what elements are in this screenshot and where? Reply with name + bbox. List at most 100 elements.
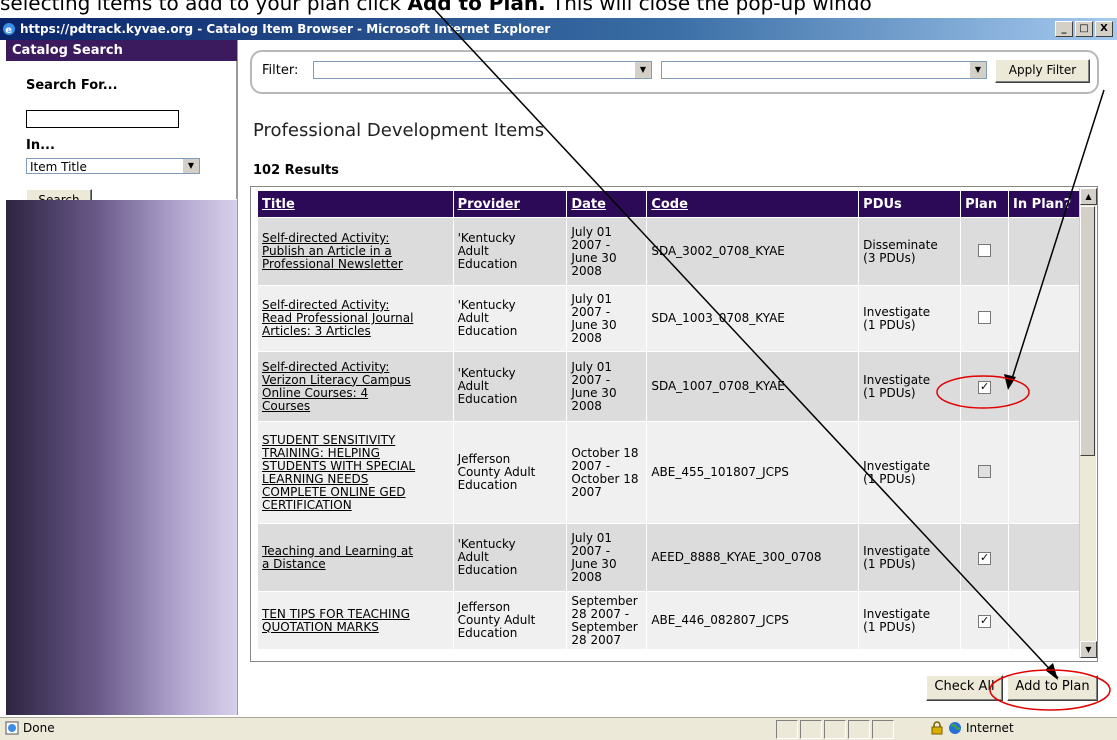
item-provider-line: Education bbox=[457, 626, 518, 640]
item-title-link-line[interactable]: Articles: 3 Articles bbox=[262, 324, 371, 338]
item-date-line: 28 2007 bbox=[571, 632, 621, 647]
table-scrollbar[interactable]: ▲ ▼ bbox=[1079, 188, 1097, 658]
add-to-plan-button[interactable]: Add to Plan bbox=[1007, 675, 1098, 701]
item-title-link-line[interactable]: Professional Newsletter bbox=[262, 257, 403, 271]
item-date-line: 28 2007 - bbox=[571, 606, 630, 621]
dropdown-arrow-icon: ▼ bbox=[182, 159, 199, 173]
dropdown-arrow-icon: ▼ bbox=[634, 62, 651, 78]
plan-cell bbox=[960, 285, 1010, 352]
item-pdus: Investigate (1 PDUs) bbox=[858, 351, 962, 422]
items-table: Title Provider Date Code PDUs Plan In Pl… bbox=[257, 190, 1080, 650]
item-code: SDA_1007_0708_KYAE bbox=[646, 351, 860, 422]
item-title-link[interactable]: Self-directed Activity: Read Professional… bbox=[257, 285, 454, 352]
search-field-select[interactable]: Item Title ▼ bbox=[26, 158, 200, 174]
item-title-link-line[interactable]: a Distance bbox=[262, 557, 326, 571]
minimize-button[interactable]: _ bbox=[1055, 21, 1073, 37]
item-pdus-line: Investigate bbox=[863, 543, 931, 558]
lock-icon bbox=[931, 721, 943, 735]
catalog-search-sidebar: Catalog Search Search For... In... Item … bbox=[6, 40, 237, 715]
item-date-line: September bbox=[571, 619, 638, 634]
item-title-link-line[interactable]: CERTIFICATION bbox=[262, 498, 352, 512]
filter-label: Filter: bbox=[262, 63, 299, 78]
item-title-link-line[interactable]: Courses bbox=[262, 399, 310, 413]
item-provider-line: Jefferson bbox=[457, 452, 511, 466]
item-title-link-line[interactable]: STUDENTS WITH SPECIAL bbox=[262, 459, 415, 473]
item-title-link-line[interactable]: Verizon Literacy Campus bbox=[262, 373, 411, 387]
plan-checkbox[interactable]: ✓ bbox=[978, 551, 992, 565]
plan-checkbox[interactable] bbox=[978, 243, 992, 257]
item-title-link-line[interactable]: TRAINING: HELPING bbox=[262, 446, 380, 460]
item-code: ABE_455_101807_JCPS bbox=[646, 421, 860, 524]
item-date-line: July 01 bbox=[571, 224, 613, 239]
item-date-line: July 01 bbox=[571, 291, 613, 306]
check-all-button[interactable]: Check All bbox=[926, 675, 1003, 701]
item-pdus-line: (1 PDUs) bbox=[863, 619, 916, 634]
item-date-line: June 30 bbox=[571, 385, 617, 400]
item-provider-line: County Adult bbox=[457, 465, 536, 479]
filter-dropdown-1[interactable]: ▼ bbox=[313, 61, 652, 79]
column-header-title[interactable]: Title bbox=[257, 190, 454, 218]
sidebar-header: Catalog Search bbox=[6, 40, 237, 61]
in-plan-cell bbox=[1008, 523, 1080, 592]
scroll-up-icon[interactable]: ▲ bbox=[1080, 188, 1097, 205]
security-zone: Internet bbox=[930, 721, 1014, 735]
column-header-date[interactable]: Date bbox=[566, 190, 648, 218]
maximize-button[interactable]: □ bbox=[1075, 21, 1093, 37]
plan-checkbox[interactable]: ✓ bbox=[978, 614, 992, 628]
status-text: Done bbox=[23, 721, 55, 735]
plan-checkbox[interactable]: ✓ bbox=[978, 380, 992, 394]
item-title-link-line[interactable]: QUOTATION MARKS bbox=[262, 620, 379, 634]
dropdown-arrow-icon: ▼ bbox=[969, 62, 986, 78]
item-title-link-line[interactable]: Self-directed Activity: bbox=[262, 231, 389, 245]
item-date-line: 2007 - bbox=[571, 458, 611, 473]
item-pdus-line: Investigate bbox=[863, 458, 931, 473]
column-header-provider[interactable]: Provider bbox=[452, 190, 568, 218]
item-date-line: 2007 - bbox=[571, 543, 611, 558]
item-title-link-line[interactable]: Online Courses: 4 bbox=[262, 386, 368, 400]
item-pdus: Investigate (1 PDUs) bbox=[858, 591, 962, 650]
item-title-link[interactable]: Teaching and Learning at a Distance bbox=[257, 523, 454, 592]
item-title-link-line[interactable]: TEN TIPS FOR TEACHING bbox=[262, 607, 410, 621]
item-pdus-line: (1 PDUs) bbox=[863, 556, 916, 571]
item-title-link-line[interactable]: STUDENT SENSITIVITY bbox=[262, 433, 395, 447]
plan-cell bbox=[960, 421, 1010, 524]
scroll-thumb[interactable] bbox=[1080, 206, 1095, 456]
filter-panel: Filter: ▼ ▼ Apply Filter bbox=[250, 50, 1099, 94]
filter-dropdown-2[interactable]: ▼ bbox=[661, 61, 987, 79]
item-provider-line: Adult bbox=[457, 244, 489, 258]
item-title-link-line[interactable]: Teaching and Learning at bbox=[262, 544, 413, 558]
item-provider-line: 'Kentucky bbox=[457, 231, 516, 245]
item-provider-line: Education bbox=[457, 324, 518, 338]
table-row: STUDENT SENSITIVITY TRAINING: HELPING STUD… bbox=[257, 421, 1080, 524]
item-title-link[interactable]: Self-directed Activity: Publish an Articl… bbox=[257, 217, 454, 286]
item-title-link-line[interactable]: Self-directed Activity: bbox=[262, 360, 389, 374]
close-button[interactable]: X bbox=[1095, 21, 1113, 37]
item-date: July 01 2007 - June 30 2008 bbox=[566, 217, 648, 286]
item-title-link-line[interactable]: Read Professional Journal bbox=[262, 311, 413, 325]
plan-checkbox[interactable] bbox=[978, 310, 992, 324]
item-title-link-line[interactable]: Publish an Article in a bbox=[262, 244, 392, 258]
table-row: Self-directed Activity: Verizon Literacy … bbox=[257, 351, 1080, 422]
item-provider-line: Education bbox=[457, 563, 518, 577]
item-date: July 01 2007 - June 30 2008 bbox=[566, 523, 648, 592]
item-title-link[interactable]: STUDENT SENSITIVITY TRAINING: HELPING STUD… bbox=[257, 421, 454, 524]
window-title: https://pdtrack.kyvae.org - Catalog Item… bbox=[20, 22, 551, 36]
search-for-label: Search For... bbox=[26, 78, 118, 93]
item-title-link-line[interactable]: Self-directed Activity: bbox=[262, 298, 389, 312]
item-title-link[interactable]: TEN TIPS FOR TEACHING QUOTATION MARKS bbox=[257, 591, 454, 650]
item-title-link[interactable]: Self-directed Activity: Verizon Literacy … bbox=[257, 351, 454, 422]
item-title-link-line[interactable]: COMPLETE ONLINE GED bbox=[262, 485, 406, 499]
status-cell bbox=[776, 720, 798, 739]
item-provider-line: Adult bbox=[457, 550, 489, 564]
apply-filter-button[interactable]: Apply Filter bbox=[995, 59, 1090, 83]
item-date-line: July 01 bbox=[571, 359, 613, 374]
item-title-link-line[interactable]: LEARNING NEEDS bbox=[262, 472, 368, 486]
scroll-down-icon[interactable]: ▼ bbox=[1080, 641, 1097, 658]
item-code: AEED_8888_KYAE_300_0708 bbox=[646, 523, 860, 592]
search-input[interactable] bbox=[26, 110, 179, 128]
table-row: Self-directed Activity: Publish an Articl… bbox=[257, 217, 1080, 286]
items-table-container[interactable]: Title Provider Date Code PDUs Plan In Pl… bbox=[250, 186, 1098, 662]
column-header-code[interactable]: Code bbox=[646, 190, 860, 218]
column-header-in-plan: In Plan? bbox=[1008, 190, 1080, 218]
status-cell bbox=[800, 720, 822, 739]
